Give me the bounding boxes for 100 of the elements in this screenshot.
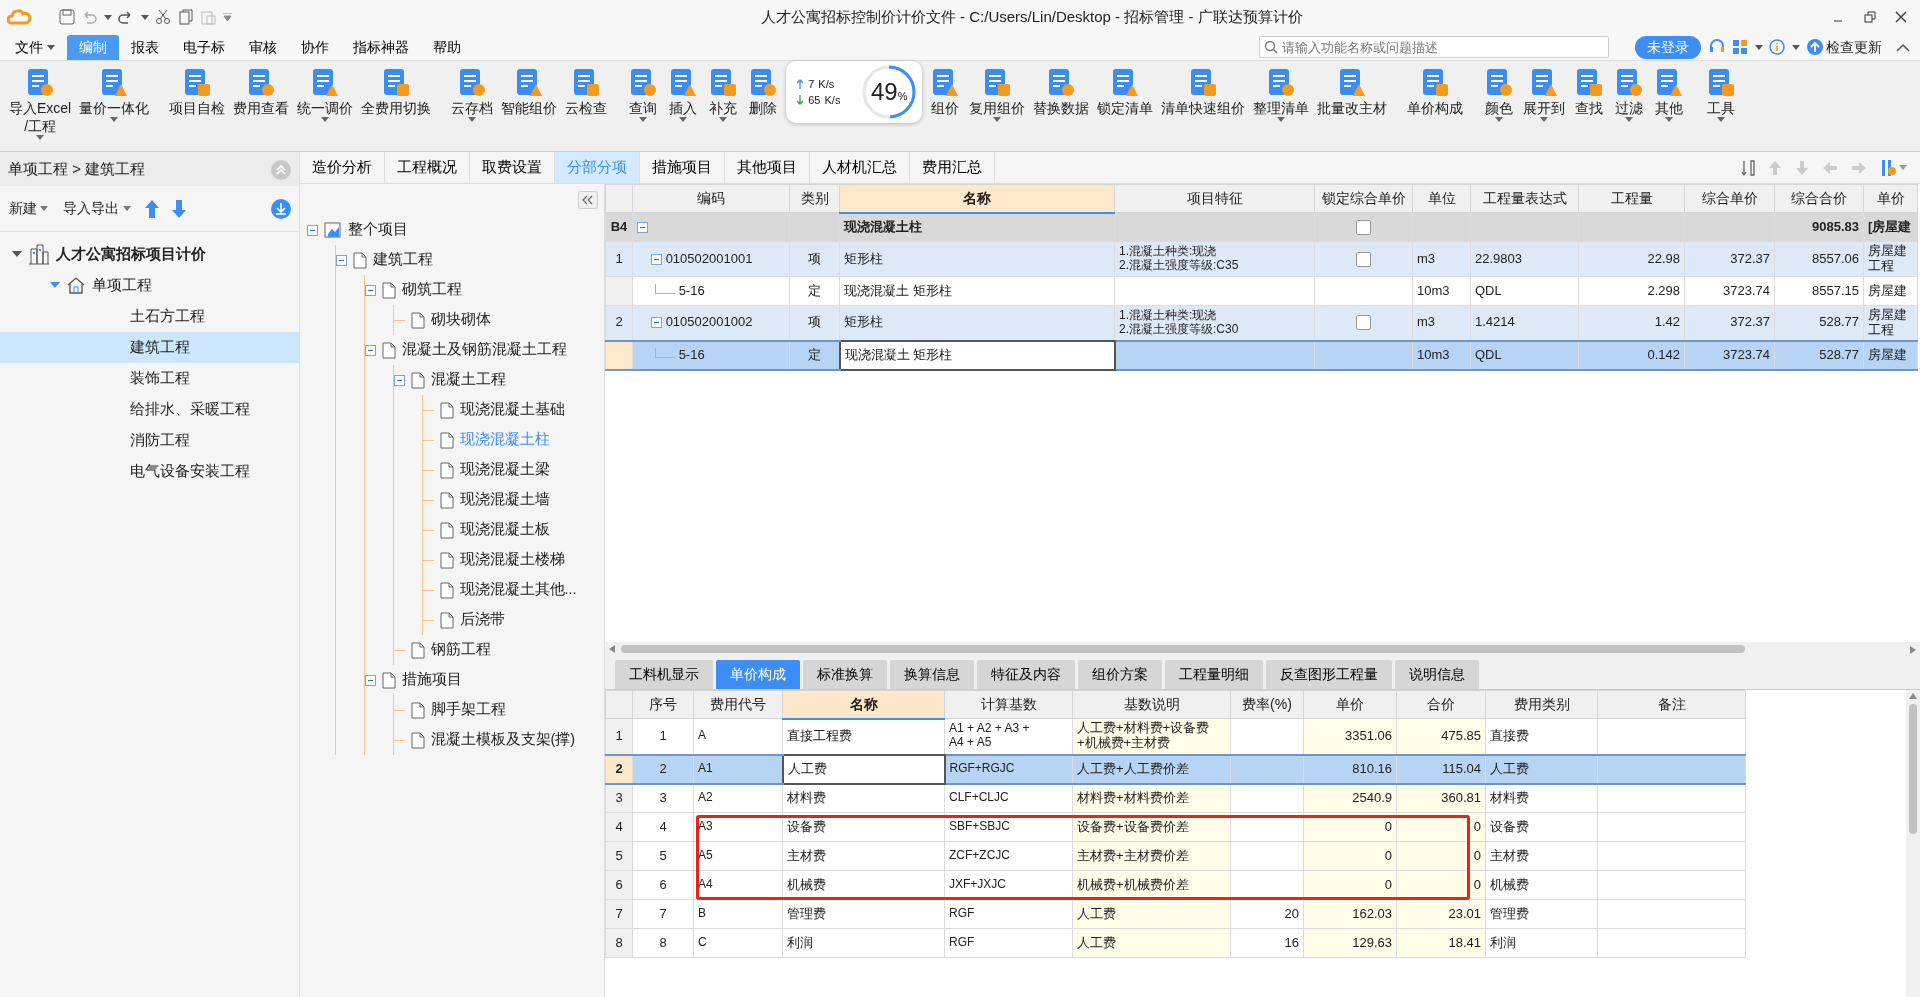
checkbox[interactable] <box>1356 251 1371 267</box>
column-header[interactable]: 项目特征 <box>1114 184 1315 213</box>
tree-item[interactable]: 现浇混凝土其他... <box>422 575 604 605</box>
tree-item[interactable]: 电气设备安装工程 <box>0 455 299 487</box>
caret-icon[interactable] <box>719 117 728 123</box>
column-header[interactable]: 工程量 <box>1578 184 1685 213</box>
redo-icon[interactable] <box>118 9 134 25</box>
ribbon-button[interactable]: 导入Excel /工程 <box>6 65 75 143</box>
move-up-icon[interactable] <box>144 199 159 218</box>
caret-icon[interactable] <box>36 135 45 141</box>
cut-icon[interactable] <box>155 9 171 25</box>
ribbon-button[interactable]: 批量改主材 <box>1314 65 1391 120</box>
column-header[interactable]: 备注 <box>1597 690 1746 719</box>
caret-icon[interactable] <box>1791 44 1800 50</box>
toolbar-button[interactable]: 新建 <box>8 197 50 220</box>
collapse-box-icon[interactable] <box>335 254 347 266</box>
menu-item[interactable]: 协作 <box>288 35 341 60</box>
column-header[interactable]: 综合合价 <box>1774 184 1864 213</box>
caret-icon[interactable] <box>468 117 477 123</box>
caret-icon[interactable] <box>103 14 112 20</box>
menu-item[interactable]: 电子标 <box>170 35 237 60</box>
menu-item[interactable]: 指标神器 <box>340 35 421 60</box>
ribbon-button[interactable]: 复用组价 <box>966 65 1029 125</box>
collapse-ribbon-icon[interactable] <box>1896 43 1911 53</box>
column-header[interactable]: 综合单价 <box>1684 184 1775 213</box>
ribbon-button[interactable]: 展开到 <box>1520 65 1569 125</box>
caret-icon[interactable] <box>993 117 1002 123</box>
expand-arrow-icon[interactable] <box>50 281 60 289</box>
caret-icon[interactable] <box>321 117 330 123</box>
restore-icon[interactable] <box>1863 11 1876 23</box>
caret-icon[interactable] <box>1754 44 1763 50</box>
ribbon-button[interactable]: 查找 <box>1570 65 1609 120</box>
caret-icon[interactable] <box>1717 117 1726 123</box>
collapse-box-icon[interactable] <box>364 344 376 356</box>
tree-item[interactable]: 给排水、采暖工程 <box>0 393 299 425</box>
ribbon-button[interactable]: 云存档 <box>448 65 497 125</box>
ribbon-button[interactable]: 项目自检 <box>166 65 229 120</box>
tree-item[interactable]: 混凝土工程 <box>393 365 604 395</box>
tree-item[interactable]: 单项工程 <box>0 269 299 301</box>
move-down-icon[interactable] <box>171 199 186 218</box>
collapse-box-icon[interactable] <box>364 284 376 296</box>
tree-item[interactable]: 混凝土及钢筋混凝土工程 <box>364 335 604 365</box>
ribbon-button[interactable]: 统一调价 <box>294 65 357 125</box>
caret-icon[interactable] <box>1540 117 1549 123</box>
checkbox[interactable] <box>1356 315 1371 331</box>
ribbon-button[interactable]: 云检查 <box>562 65 611 120</box>
collapse-box-icon[interactable] <box>306 224 318 236</box>
tree-item[interactable]: 消防工程 <box>0 424 299 456</box>
ribbon-button[interactable]: 查询 <box>624 65 663 125</box>
caret-icon[interactable] <box>110 117 119 123</box>
ribbon-button[interactable]: 补充 <box>704 65 743 125</box>
tree-item[interactable]: 措施项目 <box>364 665 604 695</box>
tab[interactable]: 换算信息 <box>890 660 974 689</box>
caret-icon[interactable] <box>639 117 648 123</box>
ribbon-button[interactable]: 单价构成 <box>1404 65 1467 120</box>
ribbon-button[interactable]: 其他 <box>1650 65 1689 125</box>
column-header[interactable]: 工程量表达式 <box>1470 184 1579 213</box>
tree-item[interactable]: 人才公寓招标项目计价 <box>0 238 299 270</box>
collapse-box-icon[interactable] <box>651 317 662 329</box>
save-icon[interactable] <box>58 9 75 25</box>
caret-icon[interactable] <box>679 117 688 123</box>
column-header[interactable]: 计算基数 <box>944 690 1073 719</box>
ribbon-button[interactable]: 锁定清单 <box>1094 65 1157 120</box>
tree-item[interactable]: 砌块砌体 <box>393 305 604 335</box>
ribbon-button[interactable]: 费用查看 <box>230 65 293 120</box>
tree-item[interactable]: 现浇混凝土基础 <box>422 395 604 425</box>
column-header[interactable]: 单位 <box>1412 184 1471 213</box>
column-header[interactable]: 编码 <box>632 184 790 213</box>
settings-icon[interactable] <box>1879 158 1896 177</box>
tree-item[interactable]: 钢筋工程 <box>393 635 604 665</box>
close-icon[interactable] <box>1895 11 1907 23</box>
ribbon-button[interactable]: 删除 <box>744 65 783 120</box>
caret-icon[interactable] <box>1665 117 1674 123</box>
caret-icon[interactable] <box>140 14 149 20</box>
caret-icon[interactable] <box>40 206 49 211</box>
scroll-left-icon[interactable] <box>609 645 615 653</box>
tab[interactable]: 组价方案 <box>1078 660 1162 689</box>
column-header[interactable]: 名称 <box>782 690 945 719</box>
tree-item[interactable]: 装饰工程 <box>0 362 299 394</box>
ribbon-button[interactable]: 量价一体化 <box>76 65 153 125</box>
info-icon[interactable] <box>1769 39 1785 55</box>
tab[interactable]: 工料机显示 <box>615 660 713 689</box>
tree-item[interactable]: 现浇混凝土梁 <box>422 455 604 485</box>
checkbox[interactable] <box>1356 219 1371 235</box>
tree-item[interactable]: 砌筑工程 <box>364 275 604 305</box>
scroll-up-icon[interactable] <box>1909 693 1917 699</box>
menu-item[interactable]: 文件 <box>3 35 67 60</box>
ribbon-button[interactable]: 替换数据 <box>1030 65 1093 120</box>
ribbon-button[interactable]: 组价 <box>926 65 965 120</box>
caret-icon[interactable] <box>1495 117 1504 123</box>
column-header[interactable]: 合价 <box>1396 690 1486 719</box>
menu-item[interactable]: 报表 <box>118 35 171 60</box>
ribbon-button[interactable]: 整理清单 <box>1250 65 1313 125</box>
ribbon-button[interactable]: 清单快速组价 <box>1158 65 1249 120</box>
caret-icon[interactable] <box>1625 117 1634 123</box>
download-icon[interactable] <box>271 198 291 219</box>
update-button[interactable]: 检查更新 <box>1806 35 1884 59</box>
tree-item[interactable]: 现浇混凝土板 <box>422 515 604 545</box>
menu-item[interactable]: 帮助 <box>420 35 473 60</box>
ribbon-button[interactable]: 智能组价 <box>498 65 561 120</box>
